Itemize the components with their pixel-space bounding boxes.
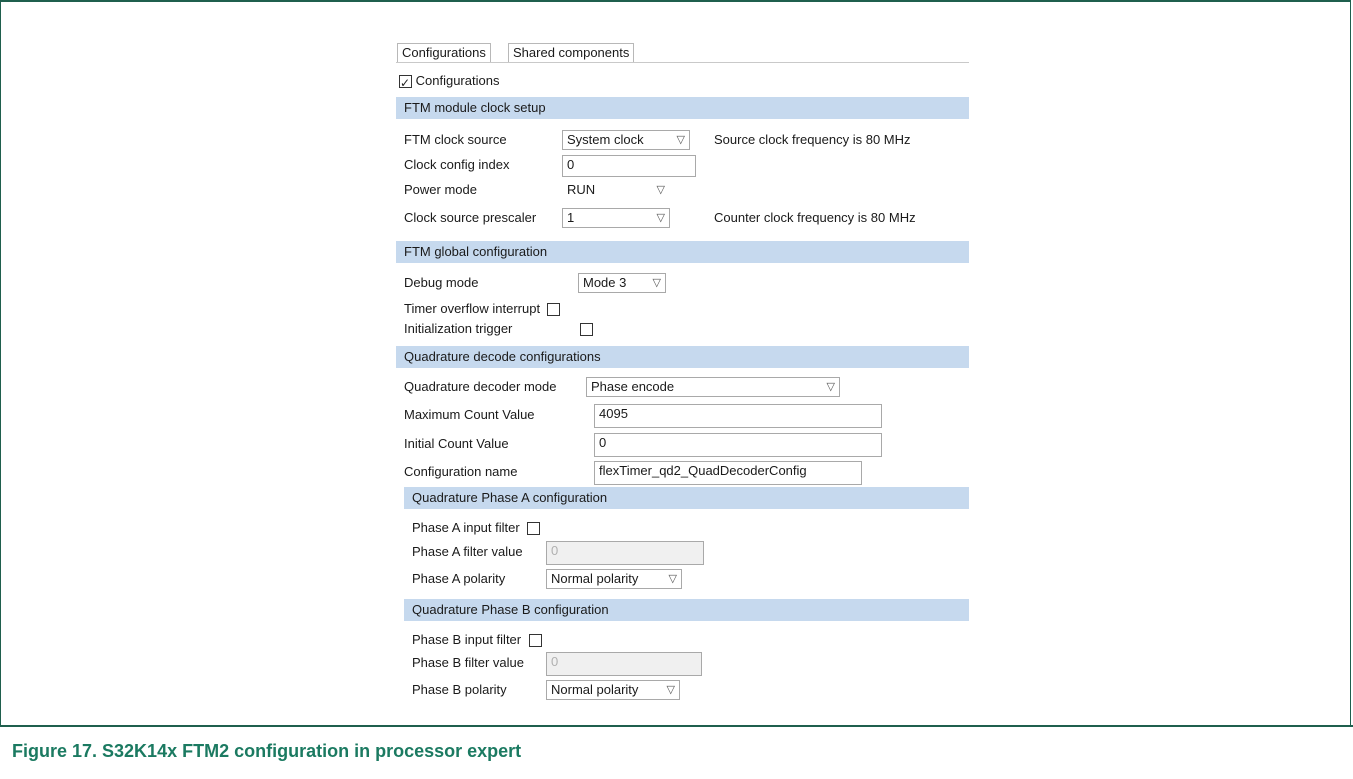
debug-mode-select[interactable]: Mode 3 ▽ <box>578 273 666 293</box>
row-clock-source: FTM clock source System clock ▽ Source cl… <box>404 129 964 151</box>
phase-a-filter-checkbox[interactable] <box>527 522 541 536</box>
chevron-down-icon: ▽ <box>656 184 665 196</box>
section-phase-b: Quadrature Phase B configuration <box>404 599 969 621</box>
clock-source-select[interactable]: System clock ▽ <box>562 130 690 150</box>
quad-mode-label: Quadrature decoder mode <box>404 379 557 394</box>
phase-a-polarity-value: Normal polarity <box>551 571 639 586</box>
debug-mode-label: Debug mode <box>404 275 479 290</box>
phase-b-value-input[interactable]: 0 <box>546 652 702 676</box>
chevron-down-icon: ▽ <box>676 134 685 146</box>
phase-b-polarity-value: Normal polarity <box>551 682 639 697</box>
row-overflow-interrupt: Timer overflow interrupt <box>404 298 560 320</box>
phase-a-filter-label: Phase A input filter <box>412 520 520 535</box>
clock-source-value: System clock <box>567 132 644 147</box>
phase-a-value: 0 <box>551 543 559 558</box>
overflow-interrupt-label: Timer overflow interrupt <box>404 301 541 316</box>
configurations-checkbox-label: Configurations <box>415 73 500 88</box>
initial-count-input[interactable]: 0 <box>594 433 882 457</box>
row-phase-a-filter: Phase A input filter <box>412 517 541 539</box>
prescaler-value: 1 <box>567 210 575 225</box>
phase-b-filter-label: Phase B input filter <box>412 632 522 647</box>
config-name-value: flexTimer_qd2_QuadDecoderConfig <box>599 463 807 478</box>
prescaler-label: Clock source prescaler <box>404 210 537 225</box>
tab-shared-components[interactable]: Shared components <box>508 43 635 62</box>
initial-count-label: Initial Count Value <box>404 436 509 451</box>
row-phase-b-filter: Phase B input filter <box>412 629 542 651</box>
phase-a-polarity-label: Phase A polarity <box>412 571 506 586</box>
power-mode-value: RUN <box>567 182 596 197</box>
power-mode-select[interactable]: RUN ▽ <box>562 180 670 200</box>
caption-bar: Figure 17. S32K14x FTM2 configuration in… <box>0 725 1353 779</box>
phase-b-filter-checkbox[interactable] <box>528 634 542 648</box>
phase-b-polarity-select[interactable]: Normal polarity ▽ <box>546 680 680 700</box>
configuration-panel: Configurations Shared components Configu… <box>396 40 969 712</box>
clock-index-input[interactable]: 0 <box>562 155 696 177</box>
section-quad-decode: Quadrature decode configurations <box>396 346 969 368</box>
phase-a-value-input[interactable]: 0 <box>546 541 704 565</box>
phase-a-value-label: Phase A filter value <box>412 544 523 559</box>
clock-index-label: Clock config index <box>404 157 510 172</box>
max-count-value: 4095 <box>599 406 628 421</box>
chevron-down-icon: ▽ <box>652 277 661 289</box>
phase-b-polarity-label: Phase B polarity <box>412 682 507 697</box>
tab-strip: Configurations Shared components <box>396 40 969 63</box>
figure-caption: Figure 17. S32K14x FTM2 configuration in… <box>12 741 522 761</box>
phase-b-value: 0 <box>551 654 559 669</box>
configurations-toggle-row: Configurations <box>399 70 500 94</box>
config-name-label: Configuration name <box>404 464 518 479</box>
clock-source-label: FTM clock source <box>404 132 507 147</box>
configurations-checkbox[interactable] <box>399 72 412 94</box>
chevron-down-icon: ▽ <box>668 573 677 585</box>
init-trigger-label: Initialization trigger <box>404 321 513 336</box>
overflow-interrupt-checkbox[interactable] <box>546 303 560 317</box>
row-prescaler: Clock source prescaler 1 ▽ Counter clock … <box>404 207 964 229</box>
source-frequency-note: Source clock frequency is 80 MHz <box>714 132 911 147</box>
chevron-down-icon: ▽ <box>826 381 835 393</box>
power-mode-label: Power mode <box>404 182 477 197</box>
section-global-config: FTM global configuration <box>396 241 969 263</box>
quad-mode-select[interactable]: Phase encode ▽ <box>586 377 840 397</box>
chevron-down-icon: ▽ <box>666 684 675 696</box>
section-clock-setup: FTM module clock setup <box>396 97 969 119</box>
counter-frequency-note: Counter clock frequency is 80 MHz <box>714 210 916 225</box>
max-count-label: Maximum Count Value <box>404 407 535 422</box>
init-trigger-checkbox[interactable] <box>580 323 593 336</box>
chevron-down-icon: ▽ <box>656 212 665 224</box>
config-name-input[interactable]: flexTimer_qd2_QuadDecoderConfig <box>594 461 862 485</box>
max-count-input[interactable]: 4095 <box>594 404 882 428</box>
quad-mode-value: Phase encode <box>591 379 675 394</box>
prescaler-select[interactable]: 1 ▽ <box>562 208 670 228</box>
initial-count-value: 0 <box>599 435 607 450</box>
section-phase-a: Quadrature Phase A configuration <box>404 487 969 509</box>
clock-index-value: 0 <box>567 157 575 172</box>
phase-a-polarity-select[interactable]: Normal polarity ▽ <box>546 569 682 589</box>
tab-configurations[interactable]: Configurations <box>397 43 491 62</box>
debug-mode-value: Mode 3 <box>583 275 627 290</box>
phase-b-value-label: Phase B filter value <box>412 655 525 670</box>
